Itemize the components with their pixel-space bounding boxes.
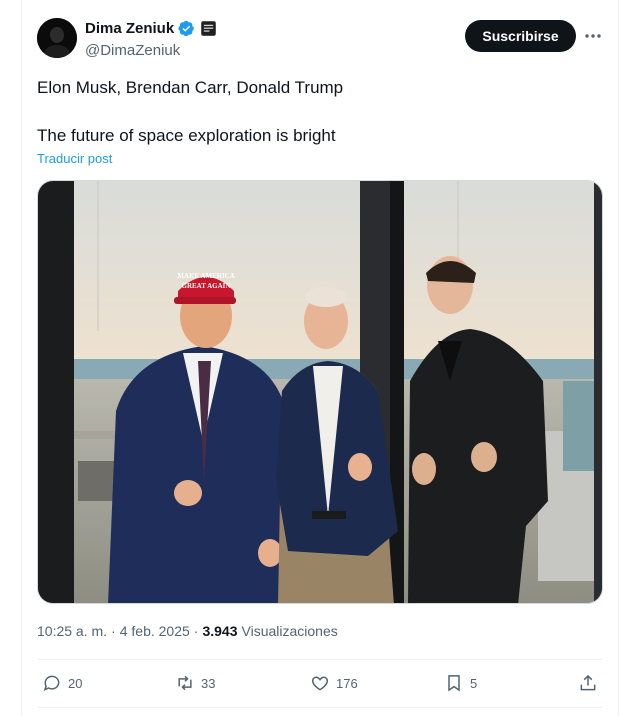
reply-count: 20 [68,675,83,691]
like-count: 176 [336,675,358,691]
post-text-line-1: Elon Musk, Brendan Carr, Donald Trump [37,78,344,97]
bookmark-icon [448,675,460,692]
post-meta: 10:25 a. m. · 4 feb. 2025 · 3.943 Visual… [37,623,338,639]
hat-text-line-2: GREAT AGAIN [182,282,231,290]
repost-count: 33 [201,675,216,691]
author-handle[interactable]: @DimaZeniuk [85,42,180,59]
repost-icon [178,675,192,691]
author-avatar[interactable] [37,18,77,58]
post-photo[interactable]: MAKE AMERICA GREAT AGAIN [37,180,603,604]
share-icon [580,674,596,691]
like-button[interactable]: 176 [310,673,358,693]
share-button[interactable] [578,673,598,693]
post-date[interactable]: 4 feb. 2025 [120,623,190,639]
more-horizontal-icon[interactable] [583,26,603,46]
author-name-row[interactable]: Dima Zeniuk [85,20,217,37]
subscribe-button[interactable]: Suscribirse [465,20,576,52]
post-time[interactable]: 10:25 a. m. [37,623,107,639]
affiliate-badge-icon[interactable] [201,21,217,36]
heart-icon [311,676,329,691]
meta-separator: · [111,623,116,639]
bookmark-button[interactable]: 5 [444,673,477,693]
translate-post-link[interactable]: Traducir post [37,151,112,166]
reply-button[interactable]: 20 [42,673,82,693]
verified-badge-icon [178,20,194,37]
views-label: Visualizaciones [241,623,338,639]
bookmark-count: 5 [470,675,478,691]
author-display-name[interactable]: Dima Zeniuk [85,20,174,37]
divider-bottom [37,707,603,708]
divider [37,659,603,660]
hat-text-line-1: MAKE AMERICA [177,272,234,280]
meta-separator-2: · [193,623,199,639]
repost-button[interactable]: 33 [175,673,215,693]
post-text-line-2: The future of space exploration is brigh… [37,126,336,145]
reply-icon [43,675,60,692]
views-count: 3.943 [202,623,238,639]
